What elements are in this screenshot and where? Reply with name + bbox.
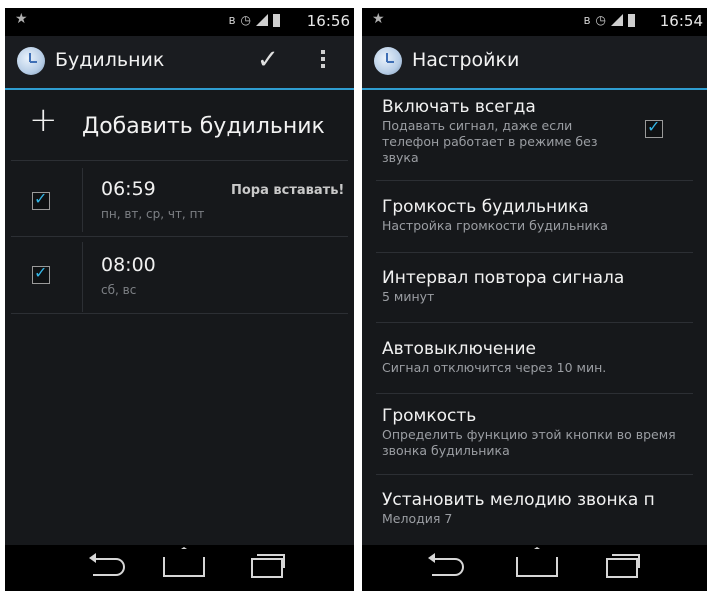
signal-icon [256, 14, 268, 26]
pref-always-on[interactable]: Включать всегда Подавать сигнал, даже ес… [382, 96, 647, 166]
star-icon: ★ [372, 11, 385, 27]
pref-summary: Сигнал отключится через 10 мин. [382, 360, 607, 375]
plus-icon: + [29, 100, 58, 140]
pref-alarm-volume[interactable]: Громкость будильника Настройка громкости… [382, 196, 695, 234]
alarm-icon: ◷ [240, 13, 251, 27]
pref-auto-off[interactable]: Автовыключение Сигнал отключится через 1… [382, 338, 695, 376]
pref-summary: Определить функцию этой кнопки во время … [382, 427, 676, 458]
pref-title: Громкость [382, 406, 477, 426]
always-on-checkbox[interactable]: ✓ [645, 117, 663, 138]
clock-app-icon[interactable] [17, 47, 45, 75]
alarm-item[interactable]: ✓ 06:59 пн, вт, ср, чт, пт Пора вставать… [5, 162, 354, 234]
battery-icon [628, 13, 635, 27]
home-icon[interactable] [163, 557, 205, 577]
alarm-label: Пора вставать! [231, 183, 345, 198]
pref-summary: Подавать сигнал, даже если телефон работ… [382, 118, 598, 165]
recent-apps-icon[interactable] [251, 554, 285, 578]
alarm-time: 08:00 [101, 254, 156, 276]
alarm-days: сб, вс [101, 283, 137, 297]
alarm-enabled-checkbox[interactable]: ✓ [32, 263, 50, 284]
action-bar: Будильник ✓ [5, 36, 354, 90]
check-icon[interactable]: ✓ [257, 45, 279, 75]
home-icon[interactable] [516, 557, 558, 577]
alarm-item[interactable]: ✓ 08:00 сб, вс [5, 238, 354, 312]
overflow-menu-icon[interactable] [321, 50, 325, 71]
pref-volume-button[interactable]: Громкость Определить функцию этой кнопки… [382, 405, 695, 459]
alarm-enabled-checkbox[interactable]: ✓ [32, 189, 50, 210]
navigation-bar [362, 545, 707, 591]
pref-title: Громкость будильника [382, 197, 589, 217]
divider [11, 160, 348, 161]
pref-title: Включать всегда [382, 97, 536, 117]
action-bar: Настройки [362, 36, 707, 90]
add-alarm-label: Добавить будильник [82, 114, 325, 139]
settings-screen: ★ ʙ ◷ 16:54 Настройки Включать всегда По… [362, 8, 707, 591]
bluetooth-icon: ʙ [583, 13, 591, 27]
add-alarm-button[interactable]: + Добавить будильник [5, 90, 354, 162]
alarm-days: пн, вт, ср, чт, пт [101, 207, 205, 221]
pref-summary: Настройка громкости будильника [382, 218, 608, 233]
navigation-bar [5, 545, 354, 591]
back-icon[interactable] [89, 553, 125, 576]
clock-app-icon[interactable] [374, 47, 402, 75]
pref-summary: Мелодия 7 [382, 511, 453, 526]
signal-icon [611, 14, 623, 26]
pref-ringtone[interactable]: Установить мелодию звонка п Мелодия 7 [382, 489, 695, 527]
bluetooth-icon: ʙ [228, 13, 236, 27]
page-title: Настройки [412, 49, 520, 71]
divider [11, 313, 348, 314]
battery-icon [273, 13, 280, 27]
alarm-icon: ◷ [595, 13, 606, 27]
divider [11, 236, 348, 237]
pref-title: Установить мелодию звонка п [382, 490, 655, 510]
pref-snooze-interval[interactable]: Интервал повтора сигнала 5 минут [382, 267, 695, 305]
status-time: 16:56 [306, 12, 350, 30]
back-icon[interactable] [428, 553, 464, 576]
page-title: Будильник [55, 49, 165, 71]
alarm-screen: ★ ʙ ◷ 16:56 Будильник ✓ + Добавить будил… [5, 8, 354, 591]
alarm-time: 06:59 [101, 178, 156, 200]
status-time: 16:54 [659, 12, 703, 30]
status-bar: ★ ʙ ◷ 16:54 [362, 8, 707, 36]
star-icon: ★ [15, 11, 28, 27]
pref-summary: 5 минут [382, 289, 435, 304]
pref-title: Интервал повтора сигнала [382, 268, 625, 288]
recent-apps-icon[interactable] [606, 554, 640, 578]
pref-title: Автовыключение [382, 339, 536, 359]
status-bar: ★ ʙ ◷ 16:56 [5, 8, 354, 36]
